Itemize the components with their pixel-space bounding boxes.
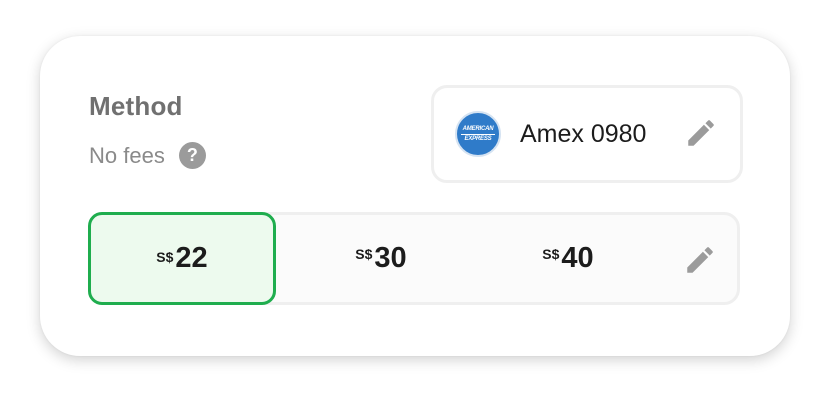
amex-logo-text-top: AMERICAN xyxy=(462,125,494,132)
tip-card: Method No fees ? AMERICAN EXPRESS Amex 0… xyxy=(40,36,790,356)
amount-value: 40 xyxy=(561,242,594,274)
currency-symbol: S$ xyxy=(156,249,174,265)
amount-value: 30 xyxy=(374,242,407,274)
amex-logo-text-bottom: EXPRESS xyxy=(464,135,492,142)
amount-option-40[interactable]: S$ 40 xyxy=(511,212,625,305)
currency-symbol: S$ xyxy=(542,246,560,262)
question-mark-icon[interactable]: ? xyxy=(178,142,206,169)
fees-row: No fees ? xyxy=(89,142,206,169)
fees-text: No fees xyxy=(89,142,165,168)
pencil-icon[interactable] xyxy=(684,116,718,150)
amex-logo: AMERICAN EXPRESS xyxy=(455,111,501,157)
amount-selector: S$ 22 S$ 30 S$ 40 xyxy=(88,212,740,305)
amount-option-22[interactable]: S$ 22 xyxy=(88,212,276,305)
method-title: Method xyxy=(89,91,183,121)
pencil-icon[interactable] xyxy=(683,243,717,277)
payment-method-selector[interactable]: AMERICAN EXPRESS Amex 0980 xyxy=(431,85,743,183)
amount-option-30[interactable]: S$ 30 xyxy=(324,212,438,305)
amount-value: 22 xyxy=(175,242,208,274)
card-label: Amex 0980 xyxy=(520,119,647,148)
currency-symbol: S$ xyxy=(355,246,373,262)
